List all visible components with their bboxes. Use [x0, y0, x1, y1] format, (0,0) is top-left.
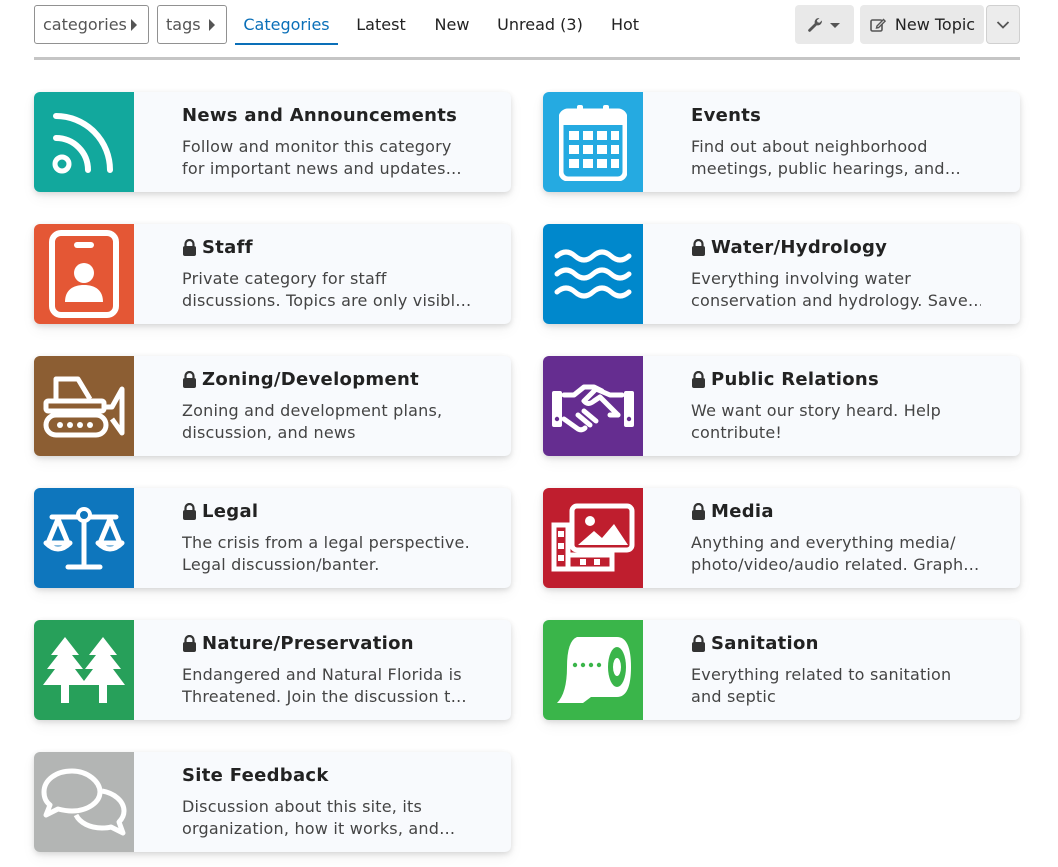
new-topic-options-button[interactable] [986, 5, 1020, 44]
tab-unread[interactable]: Unread (3) [492, 5, 588, 45]
lock-icon [692, 503, 705, 520]
category-description: The crisis from a legal perspective. Leg… [182, 533, 470, 574]
category-title[interactable]: Public Relations [691, 369, 879, 390]
category-title[interactable]: Water/Hydrology [691, 237, 887, 258]
category-description: Follow and monitor this category for imp… [182, 137, 462, 178]
calendar-icon [559, 105, 627, 181]
lock-icon [183, 371, 196, 388]
toilet-paper-icon [557, 637, 631, 703]
category-title[interactable]: Sanitation [691, 633, 819, 654]
categories-dropdown[interactable]: categories [34, 5, 149, 44]
category-title[interactable]: Legal [182, 501, 258, 522]
nav-divider [34, 57, 1020, 60]
navigation-bar: categories tags Categories Latest New Un… [34, 5, 1020, 45]
category-card-legal[interactable]: Legal The crisis from a legal perspectiv… [34, 488, 511, 588]
category-card-news-and-announcements[interactable]: News and Announcements Follow and monito… [34, 92, 511, 192]
comments-icon [41, 768, 127, 836]
category-description: Zoning and development plans, discussion… [182, 401, 443, 442]
category-title[interactable]: Nature/Preservation [182, 633, 414, 654]
chevron-down-icon [996, 20, 1010, 29]
new-topic-label: New Topic [894, 15, 976, 34]
trees-icon [43, 637, 125, 703]
category-tile [543, 488, 643, 588]
category-tile [34, 92, 134, 192]
category-tile [34, 224, 134, 324]
category-title[interactable]: Staff [182, 237, 253, 258]
new-topic-button[interactable]: New Topic [860, 5, 984, 44]
category-description: Discussion about this site, its organiza… [182, 797, 456, 838]
category-description: Everything involving water conservation … [691, 269, 981, 310]
rss-icon [52, 113, 113, 174]
category-description: Private category for staff discussions. … [182, 269, 472, 310]
category-tile [543, 92, 643, 192]
category-tile [34, 356, 134, 456]
admin-wrench-button[interactable] [795, 5, 854, 44]
tags-dropdown[interactable]: tags [157, 5, 227, 44]
category-title[interactable]: News and Announcements [182, 105, 457, 126]
category-card-public-relations[interactable]: Public Relations We want our story heard… [543, 356, 1020, 456]
caret-right-icon [209, 19, 215, 31]
caret-down-icon [830, 22, 840, 28]
category-title[interactable]: Zoning/Development [182, 369, 419, 390]
category-card-site-feedback[interactable]: Site Feedback Discussion about this site… [34, 752, 511, 852]
category-card-sanitation[interactable]: Sanitation Everything related to sanitat… [543, 620, 1020, 720]
category-card-events[interactable]: Events Find out about neighborhood meeti… [543, 92, 1020, 192]
category-card-staff[interactable]: Staff Private category for staff discuss… [34, 224, 511, 324]
category-card-media[interactable]: Media Anything and everything media/ pho… [543, 488, 1020, 588]
category-card-water-hydrology[interactable]: Water/Hydrology Everything involving wat… [543, 224, 1020, 324]
edit-icon [870, 18, 886, 32]
category-title[interactable]: Events [691, 105, 761, 126]
wrench-icon [808, 17, 822, 32]
categories-dropdown-label: categories [43, 15, 127, 34]
category-title[interactable]: Media [691, 501, 774, 522]
tab-latest[interactable]: Latest [350, 5, 412, 45]
category-description: We want our story heard. Help contribute… [691, 401, 942, 442]
caret-right-icon [131, 19, 137, 31]
category-card-zoning-development[interactable]: Zoning/Development Zoning and developmen… [34, 356, 511, 456]
category-description: Anything and everything media/ photo/vid… [691, 533, 980, 574]
photo-video-icon [551, 503, 635, 572]
category-tile [543, 356, 643, 456]
category-title[interactable]: Site Feedback [182, 765, 329, 786]
bulldozer-icon [43, 376, 125, 438]
lock-icon [183, 239, 196, 256]
category-description: Find out about neighborhood meetings, pu… [691, 137, 961, 178]
category-description: Endangered and Natural Florida is Threat… [182, 665, 467, 706]
tab-new[interactable]: New [428, 5, 476, 45]
handshake-icon [552, 384, 634, 433]
category-tile [543, 620, 643, 720]
water-icon [554, 249, 632, 299]
category-tile [34, 488, 134, 588]
id-badge-icon [49, 230, 119, 318]
lock-icon [692, 239, 705, 256]
tab-hot[interactable]: Hot [604, 5, 646, 45]
tab-categories[interactable]: Categories [235, 5, 338, 45]
category-tile [34, 620, 134, 720]
lock-icon [183, 635, 196, 652]
lock-icon [692, 371, 705, 388]
category-tile [543, 224, 643, 324]
category-tile [34, 752, 134, 852]
lock-icon [692, 635, 705, 652]
lock-icon [183, 503, 196, 520]
category-description: Everything related to sanitation and sep… [691, 665, 952, 706]
tags-dropdown-label: tags [166, 15, 201, 34]
category-card-nature-preservation[interactable]: Nature/Preservation Endangered and Natur… [34, 620, 511, 720]
balance-scale-icon [43, 507, 125, 570]
